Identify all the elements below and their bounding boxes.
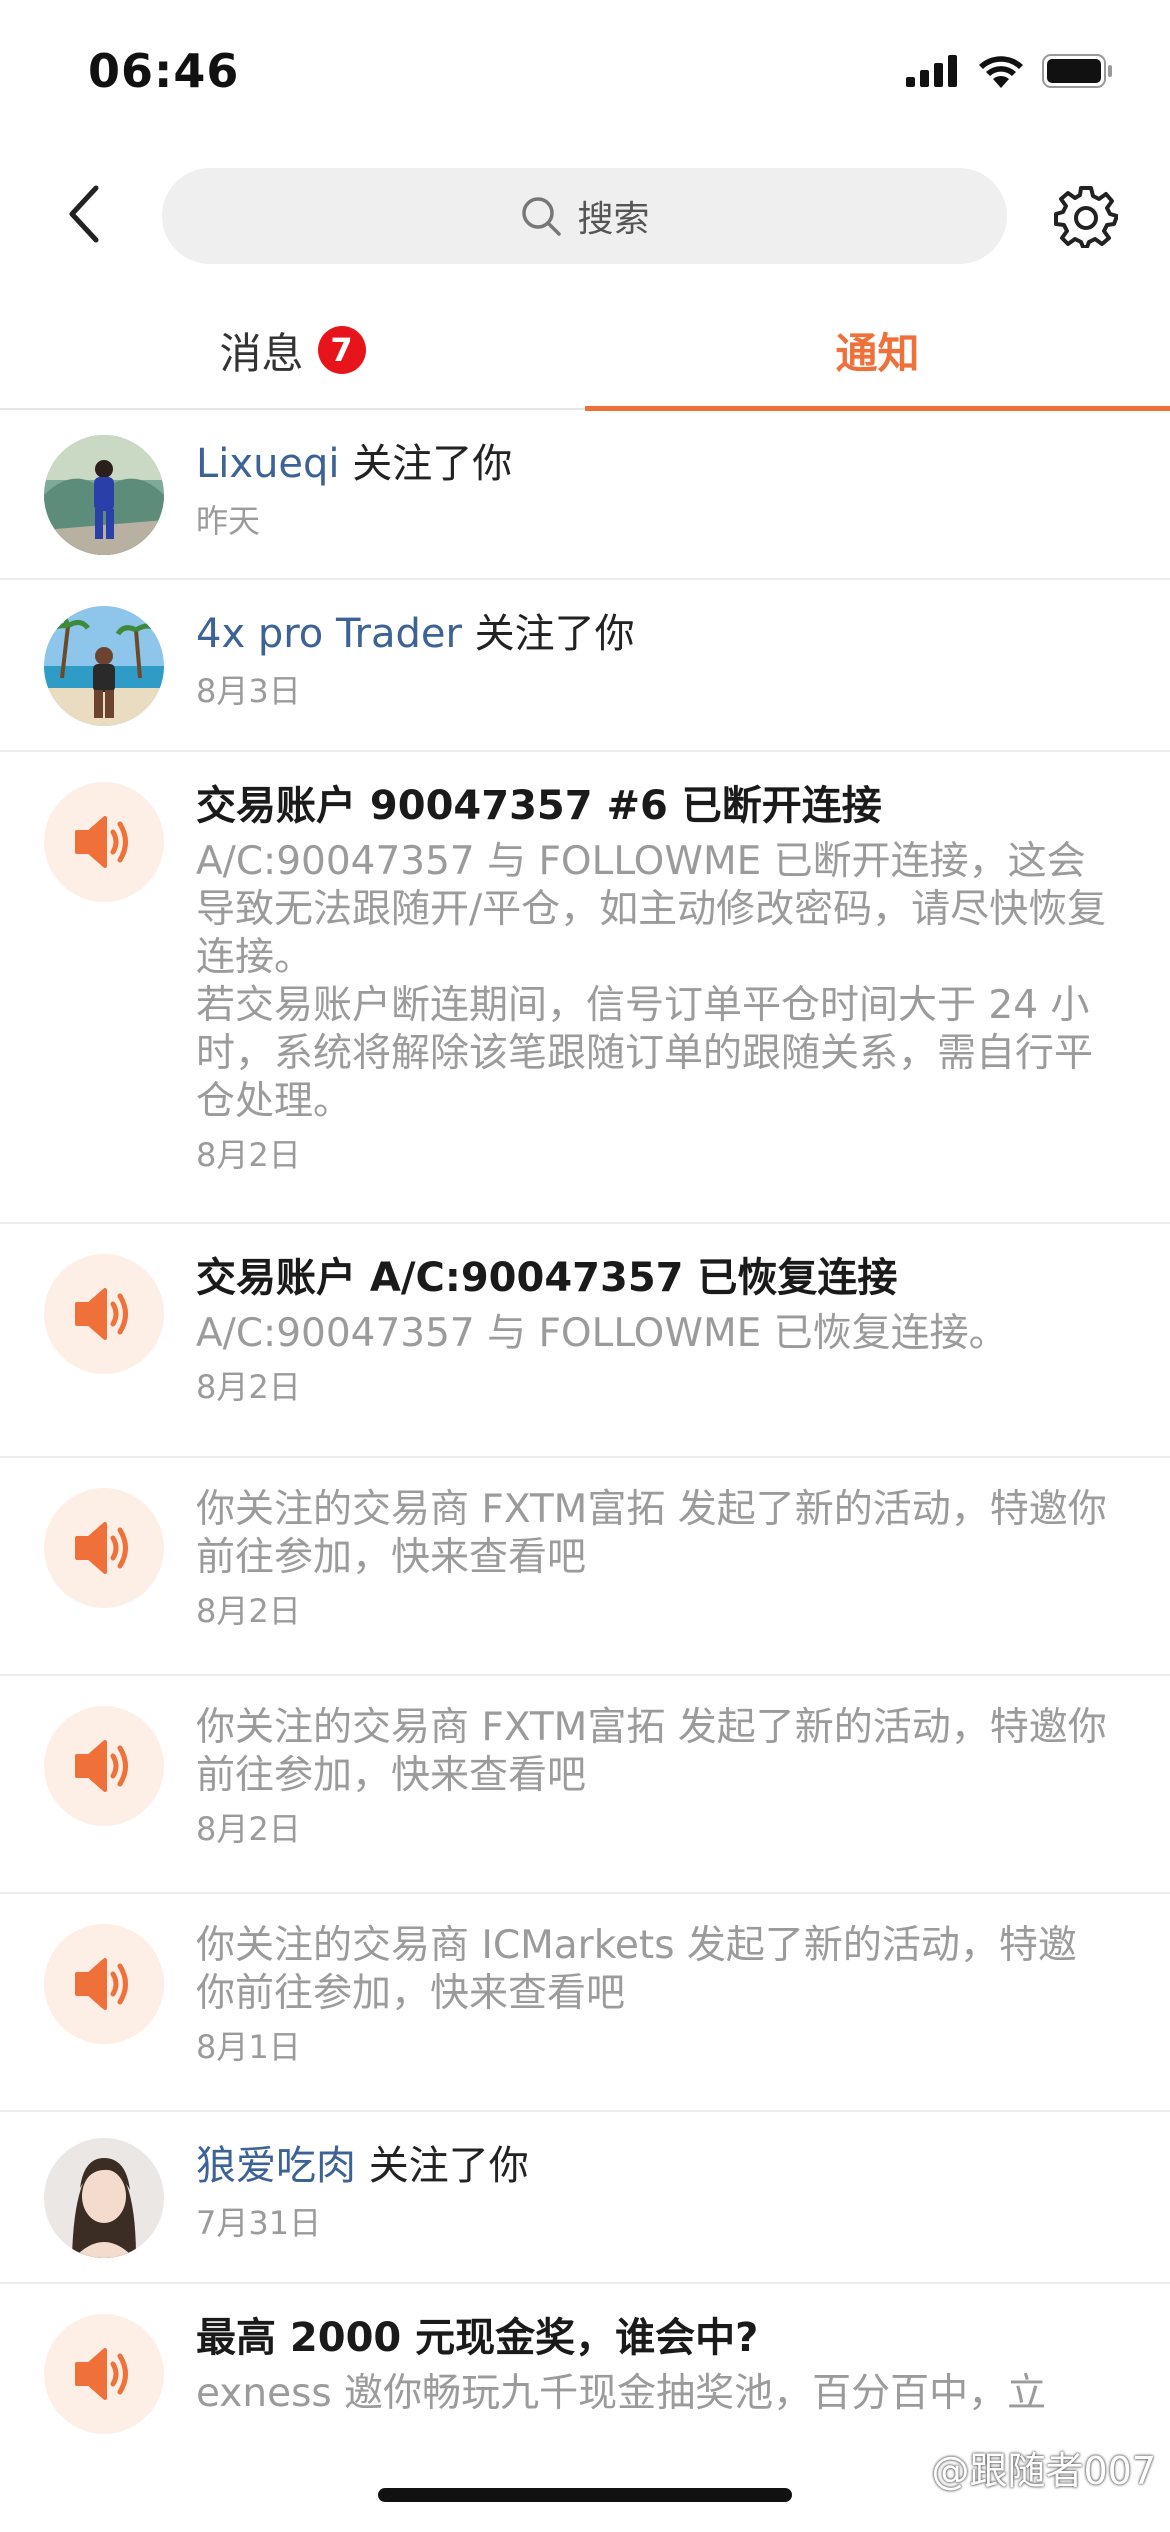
follow-action: 关注了你 bbox=[474, 611, 635, 657]
list-item[interactable]: 狼爱吃肉 关注了你 7月31日 bbox=[0, 2112, 1170, 2284]
follow-line: 狼爱吃肉 关注了你 bbox=[196, 2138, 1114, 2194]
gear-icon bbox=[1054, 186, 1118, 248]
speaker-icon-wrap bbox=[44, 1254, 164, 1374]
back-button[interactable] bbox=[48, 178, 120, 250]
follow-action: 关注了你 bbox=[352, 441, 513, 487]
speaker-icon-wrap bbox=[44, 1488, 164, 1608]
notification-body: 你关注的交易商 ICMarkets 发起了新的活动，特邀你前往参加，快来查看吧 bbox=[196, 1923, 1077, 2016]
speaker-icon-wrap bbox=[44, 2314, 164, 2434]
speaker-icon bbox=[75, 1522, 128, 1574]
notification-title: 交易账户 90047357 #6 已断开连接 bbox=[196, 783, 882, 829]
list-item[interactable]: 你关注的交易商 FXTM富拓 发起了新的活动，特邀你前往参加，快来查看吧 8月2… bbox=[0, 1676, 1170, 1894]
home-indicator[interactable] bbox=[378, 2488, 792, 2502]
item-content: 最高 2000 元现金奖，谁会中? exness 邀你畅玩九千现金抽奖池，百分百… bbox=[196, 2310, 1114, 2418]
wifi-icon bbox=[979, 56, 1023, 88]
notification-title: 交易账户 A/C:90047357 已恢复连接 bbox=[196, 1255, 898, 1301]
list-item[interactable]: 交易账户 A/C:90047357 已恢复连接 A/C:90047357 与 F… bbox=[0, 1224, 1170, 1458]
list-item[interactable]: 交易账户 90047357 #6 已断开连接 A/C:90047357 与 FO… bbox=[0, 752, 1170, 1224]
list-item[interactable]: 你关注的交易商 FXTM富拓 发起了新的活动，特邀你前往参加，快来查看吧 8月2… bbox=[0, 1458, 1170, 1676]
speaker-icon bbox=[75, 1958, 128, 2010]
list-item[interactable]: 最高 2000 元现金奖，谁会中? exness 邀你畅玩九千现金抽奖池，百分百… bbox=[0, 2284, 1170, 2444]
speaker-icon-wrap bbox=[44, 1924, 164, 2044]
notification-body: 你关注的交易商 FXTM富拓 发起了新的活动，特邀你前往参加，快来查看吧 bbox=[196, 1705, 1107, 1798]
user-name-link[interactable]: 4x pro Trader bbox=[196, 611, 462, 657]
item-content: Lixueqi 关注了你 昨天 bbox=[196, 436, 1114, 544]
tab-messages[interactable]: 消息 7 bbox=[0, 290, 585, 410]
avatar[interactable] bbox=[44, 435, 164, 555]
item-content: 交易账户 90047357 #6 已断开连接 A/C:90047357 与 FO… bbox=[196, 778, 1114, 1178]
tab-messages-label: 消息 bbox=[219, 328, 304, 378]
item-date: 昨天 bbox=[196, 502, 261, 540]
item-date: 8月2日 bbox=[196, 1368, 301, 1406]
chevron-left-icon bbox=[69, 185, 99, 243]
item-content: 交易账户 A/C:90047357 已恢复连接 A/C:90047357 与 F… bbox=[196, 1250, 1114, 1410]
header: 搜索 bbox=[0, 150, 1170, 280]
item-date: 7月31日 bbox=[196, 2204, 322, 2242]
watermark: @跟随者007 bbox=[931, 2449, 1156, 2493]
item-date: 8月1日 bbox=[196, 2028, 301, 2066]
unread-badge: 7 bbox=[317, 326, 366, 374]
notification-list: Lixueqi 关注了你 昨天 4x pro Trader 关注了你 8月3日 … bbox=[0, 410, 1170, 2444]
notification-body-extra: 若交易账户断连期间，信号订单平仓时间大于 24 小时，系统将解除该笔跟随订单的跟… bbox=[196, 983, 1094, 1124]
search-icon bbox=[522, 197, 562, 236]
status-time: 06:46 bbox=[88, 44, 240, 98]
tab-notifications[interactable]: 通知 bbox=[585, 290, 1170, 410]
status-bar: 06:46 bbox=[0, 0, 1170, 150]
user-name-link[interactable]: Lixueqi bbox=[196, 441, 340, 487]
item-date: 8月2日 bbox=[196, 1810, 301, 1848]
notification-body: A/C:90047357 与 FOLLOWME 已恢复连接。 bbox=[196, 1311, 1008, 1356]
item-date: 8月2日 bbox=[196, 1136, 301, 1174]
list-item[interactable]: 4x pro Trader 关注了你 8月3日 bbox=[0, 580, 1170, 752]
list-item[interactable]: 你关注的交易商 ICMarkets 发起了新的活动，特邀你前往参加，快来查看吧 … bbox=[0, 1894, 1170, 2112]
speaker-icon bbox=[75, 1740, 128, 1792]
item-content: 4x pro Trader 关注了你 8月3日 bbox=[196, 606, 1114, 714]
cellular-signal-icon bbox=[906, 55, 957, 87]
follow-line: 4x pro Trader 关注了你 bbox=[196, 606, 1114, 662]
search-placeholder: 搜索 bbox=[577, 199, 650, 240]
avatar[interactable] bbox=[44, 606, 164, 726]
follow-line: Lixueqi 关注了你 bbox=[196, 436, 1114, 492]
tab-bar: 消息 7 通知 bbox=[0, 290, 1170, 411]
item-content: 你关注的交易商 FXTM富拓 发起了新的活动，特邀你前往参加，快来查看吧 8月2… bbox=[196, 1704, 1114, 1852]
speaker-icon bbox=[75, 816, 128, 868]
item-content: 你关注的交易商 ICMarkets 发起了新的活动，特邀你前往参加，快来查看吧 … bbox=[196, 1922, 1114, 2070]
notification-body: A/C:90047357 与 FOLLOWME 已断开连接，这会导致无法跟随开/… bbox=[196, 839, 1107, 980]
user-name-link[interactable]: 狼爱吃肉 bbox=[196, 2143, 356, 2189]
tab-notifications-label: 通知 bbox=[835, 328, 920, 378]
item-content: 你关注的交易商 FXTM富拓 发起了新的活动，特邀你前往参加，快来查看吧 8月2… bbox=[196, 1486, 1114, 1634]
speaker-icon-wrap bbox=[44, 1706, 164, 1826]
item-date: 8月2日 bbox=[196, 1592, 301, 1630]
battery-icon bbox=[1042, 54, 1112, 88]
speaker-icon bbox=[75, 1288, 128, 1340]
item-content: 狼爱吃肉 关注了你 7月31日 bbox=[196, 2138, 1114, 2246]
speaker-icon bbox=[75, 2348, 128, 2400]
notification-title: 最高 2000 元现金奖，谁会中? bbox=[196, 2315, 759, 2361]
follow-action: 关注了你 bbox=[368, 2143, 529, 2189]
speaker-icon-wrap bbox=[44, 782, 164, 902]
avatar[interactable] bbox=[44, 2138, 164, 2258]
item-date: 8月3日 bbox=[196, 672, 301, 710]
notification-body: exness 邀你畅玩九千现金抽奖池，百分百中，立 bbox=[196, 2371, 1047, 2416]
settings-button[interactable] bbox=[1052, 182, 1120, 250]
status-icons bbox=[906, 54, 1114, 88]
list-item[interactable]: Lixueqi 关注了你 昨天 bbox=[0, 410, 1170, 580]
search-input[interactable]: 搜索 bbox=[162, 168, 1007, 264]
notification-body: 你关注的交易商 FXTM富拓 发起了新的活动，特邀你前往参加，快来查看吧 bbox=[196, 1487, 1107, 1580]
